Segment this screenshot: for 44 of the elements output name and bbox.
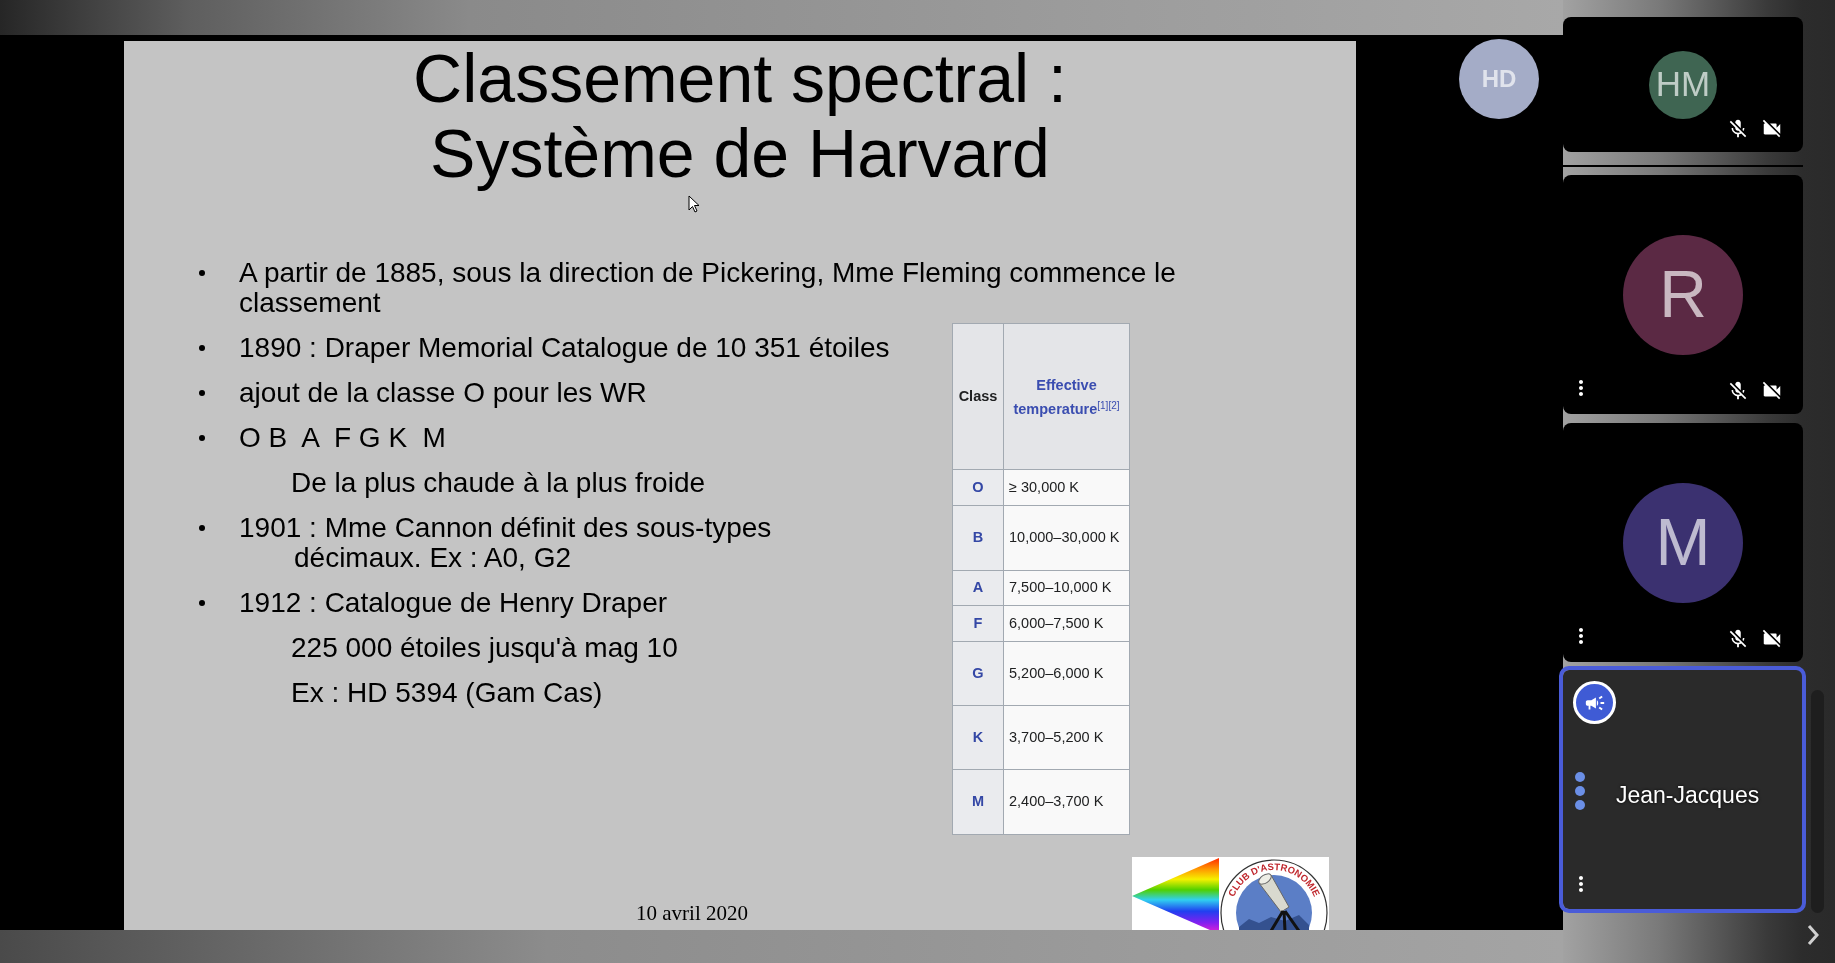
bullet-text: 1901 : Mme Cannon définit des sous-types décimaux. Ex : A0, G2 bbox=[239, 513, 772, 573]
table-cell: 7,500–10,000 K bbox=[1003, 570, 1130, 606]
screen-share-tile[interactable]: Jean-Jacques bbox=[1559, 666, 1806, 913]
avatar: R bbox=[1623, 234, 1743, 355]
table-cell: A bbox=[952, 570, 1004, 606]
avatar: M bbox=[1623, 482, 1743, 603]
bullet-text: 1890 : Draper Memorial Catalogue de 10 351 étoiles bbox=[239, 333, 890, 363]
table-cell: 10,000–30,000 K bbox=[1003, 505, 1130, 571]
table-cell: M bbox=[952, 769, 1004, 835]
bullet-text: O B A F G K M bbox=[239, 423, 446, 453]
bullet-text: A partir de 1885, sous la direction de Pickering, Mme Fleming commence le classement bbox=[239, 258, 1177, 318]
bullet-icon bbox=[199, 435, 205, 441]
sub-bullet-text: Ex : HD 5394 (Gam Cas) bbox=[291, 678, 603, 708]
participant-tile[interactable]: M bbox=[1563, 423, 1803, 662]
bullet-icon bbox=[199, 525, 205, 531]
chevron-right-icon[interactable] bbox=[1807, 924, 1819, 946]
table-cell: 3,700–5,200 K bbox=[1003, 705, 1130, 770]
column-header: Class bbox=[952, 323, 1004, 470]
table-cell: G bbox=[952, 641, 1004, 706]
slide-title: Classement spectral : Système de Harvard bbox=[412, 41, 1068, 191]
bullet-icon bbox=[199, 600, 205, 606]
bullet-text: ajout de la classe O pour les WR bbox=[239, 378, 647, 408]
participant-name: Jean-Jacques bbox=[1616, 781, 1760, 809]
participant-tile[interactable]: R bbox=[1563, 175, 1803, 414]
table-cell: F bbox=[952, 605, 1004, 642]
sub-bullet-text: De la plus chaude à la plus froide bbox=[291, 468, 706, 498]
table-cell: B bbox=[952, 505, 1004, 571]
table-cell: O bbox=[952, 469, 1004, 506]
bullet-icon bbox=[199, 390, 205, 396]
avatar: HM bbox=[1649, 50, 1717, 119]
sub-bullet-text: 225 000 étoiles jusqu'à mag 10 bbox=[291, 633, 678, 663]
participant-tile[interactable]: HM bbox=[1563, 17, 1803, 152]
slide-date: 10 avril 2020 bbox=[636, 901, 748, 925]
table-cell: 2,400–3,700 K bbox=[1003, 769, 1130, 835]
table-cell: K bbox=[952, 705, 1004, 770]
column-header: Effective temperature$^{[1][2]}$ bbox=[1003, 323, 1130, 470]
bullet-icon bbox=[199, 345, 205, 351]
table-cell: 6,000–7,500 K bbox=[1003, 605, 1130, 642]
table-cell: ≥ 30,000 K bbox=[1003, 469, 1130, 506]
table-cell: 5,200–6,000 K bbox=[1003, 641, 1130, 706]
bullet-text: 1912 : Catalogue de Henry Draper bbox=[239, 588, 668, 618]
mouse-cursor-icon bbox=[688, 195, 700, 213]
avatar: HD bbox=[1459, 39, 1539, 119]
bullet-icon bbox=[199, 270, 205, 276]
